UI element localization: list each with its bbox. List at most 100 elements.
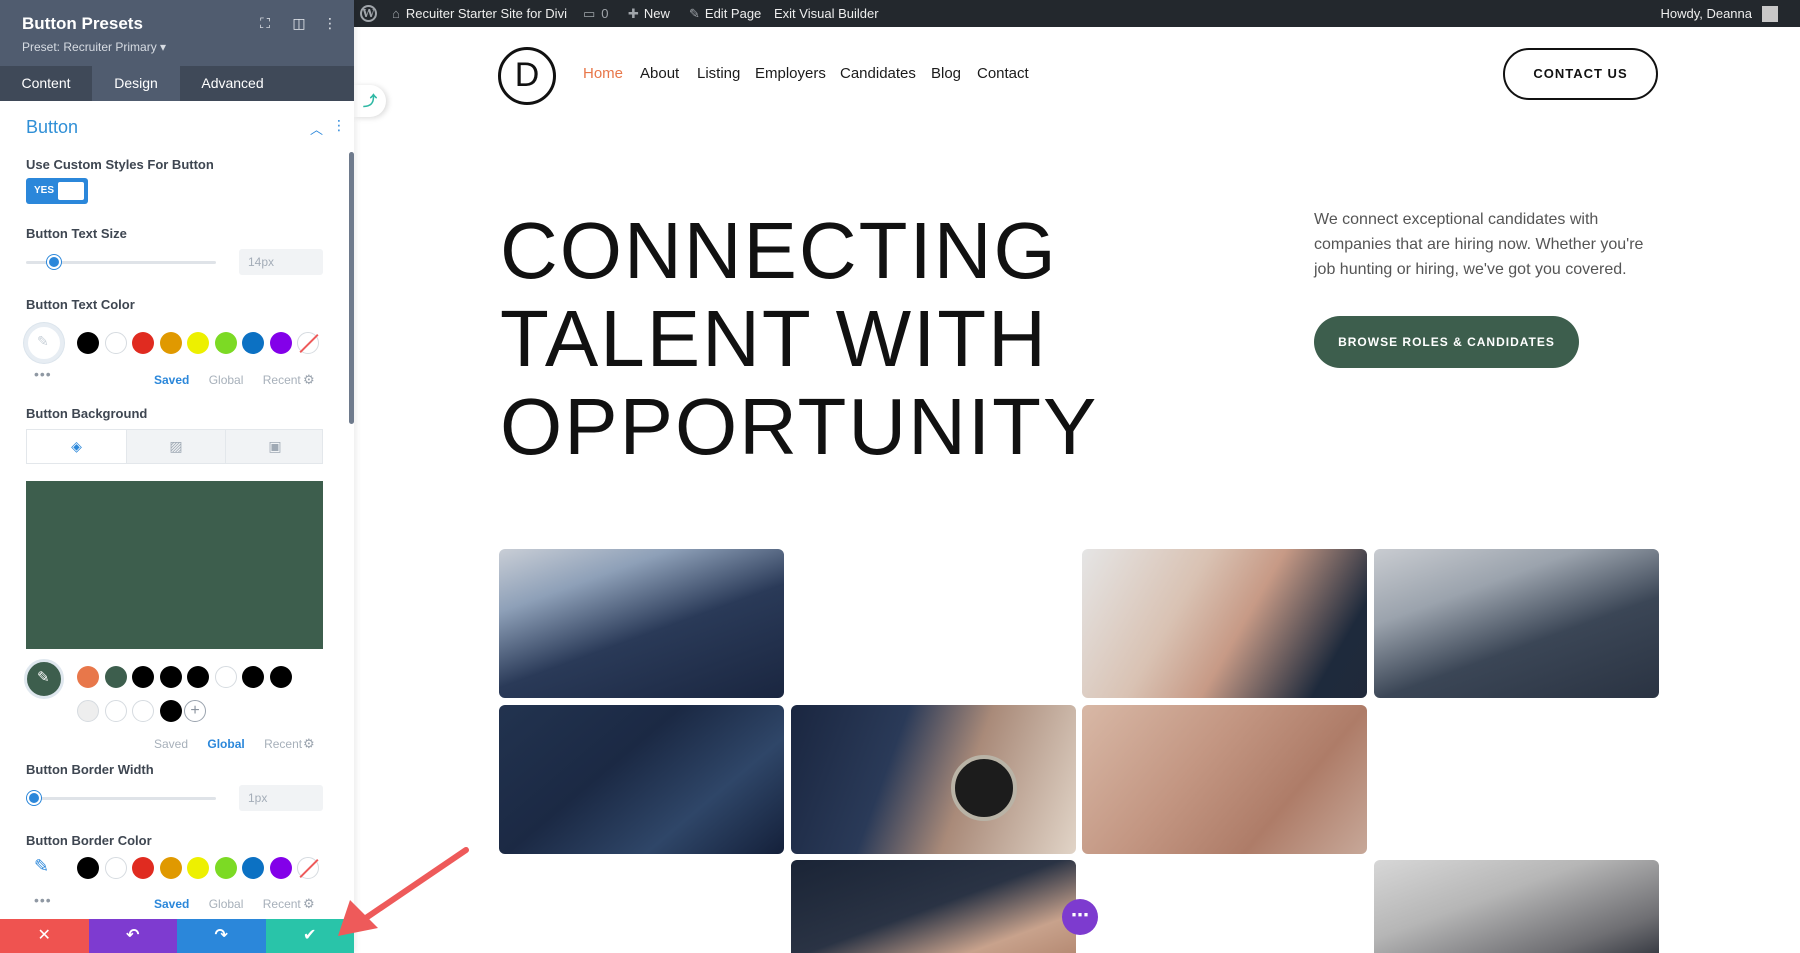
color-swatch[interactable]	[159, 332, 182, 354]
background-color-picker[interactable]: ✎	[24, 659, 64, 699]
no-color-swatch[interactable]	[297, 857, 319, 879]
gradient-icon[interactable]: ▨	[126, 430, 225, 463]
split-view-icon[interactable]: ◫	[290, 14, 308, 32]
avatar[interactable]	[1762, 6, 1778, 22]
more-colors-icon[interactable]: •••	[34, 366, 52, 382]
color-swatch[interactable]	[159, 857, 182, 879]
library-tab-recent[interactable]: Recent	[264, 737, 302, 751]
color-swatch[interactable]	[214, 666, 238, 689]
custom-styles-toggle[interactable]: YES	[26, 178, 88, 204]
exit-builder-link[interactable]: Exit Visual Builder	[774, 0, 879, 27]
nav-blog[interactable]: Blog	[931, 65, 961, 82]
image-icon[interactable]: ▣	[225, 430, 324, 463]
browse-roles-button[interactable]: BROWSE ROLES & CANDIDATES	[1314, 316, 1579, 368]
tab-content[interactable]: Content	[0, 66, 92, 101]
library-tab-saved[interactable]: Saved	[154, 373, 189, 387]
gear-icon[interactable]: ⚙	[303, 736, 315, 752]
color-swatch[interactable]	[77, 666, 101, 690]
eyedropper-icon[interactable]: ✎	[34, 856, 49, 877]
gear-icon[interactable]: ⚙	[303, 372, 315, 388]
color-swatch[interactable]	[214, 332, 237, 354]
color-swatch[interactable]	[77, 700, 99, 722]
panel-header: Button Presets Preset: Recruiter Primary…	[0, 0, 354, 66]
comments-link[interactable]: ▭ 0	[583, 0, 609, 27]
preset-selector[interactable]: Preset: Recruiter Primary ▾	[22, 40, 166, 54]
no-color-swatch[interactable]	[297, 332, 319, 354]
nav-home[interactable]: Home	[583, 65, 623, 82]
background-color-preview[interactable]	[26, 481, 323, 649]
collapse-chevron-icon[interactable]: ︿	[310, 119, 323, 138]
dashboard-icon: ⌂	[392, 6, 400, 21]
tab-design[interactable]: Design	[92, 66, 180, 101]
panel-toggle-icon[interactable]: ⤴	[354, 85, 386, 117]
library-tab-recent[interactable]: Recent	[263, 373, 301, 387]
text-size-slider-handle[interactable]	[47, 255, 61, 269]
library-tab-global[interactable]: Global	[207, 737, 244, 751]
hero-title-line: OPPORTUNITY	[500, 382, 1099, 471]
color-swatch[interactable]	[104, 332, 127, 354]
border-width-field[interactable]: 1px	[239, 785, 323, 811]
close-icon: ✕	[37, 927, 51, 944]
nav-candidates[interactable]: Candidates	[840, 65, 916, 82]
color-swatch[interactable]	[77, 857, 99, 879]
edit-page-link[interactable]: ✎ Edit Page	[689, 0, 761, 27]
library-tab-saved[interactable]: Saved	[154, 737, 188, 751]
color-swatch[interactable]	[187, 666, 211, 690]
color-swatch[interactable]	[132, 700, 154, 722]
more-actions-button[interactable]: ⋯	[1062, 899, 1098, 935]
color-swatch[interactable]	[269, 332, 292, 354]
plus-icon: ✚	[628, 6, 639, 21]
paint-bucket-icon[interactable]: ◈	[27, 430, 126, 463]
new-link[interactable]: ✚ New	[628, 0, 670, 27]
library-tab-global[interactable]: Global	[209, 897, 244, 911]
color-swatch[interactable]	[104, 857, 127, 879]
color-swatch[interactable]	[132, 857, 154, 879]
library-tab-global[interactable]: Global	[209, 373, 244, 387]
redo-icon: ↷	[214, 927, 228, 944]
section-menu-icon[interactable]: ⋮	[332, 117, 346, 134]
library-tab-saved[interactable]: Saved	[154, 897, 189, 911]
nav-listing[interactable]: Listing	[697, 65, 740, 82]
color-swatch[interactable]	[159, 666, 184, 690]
text-color-picker[interactable]: ✎	[24, 323, 64, 363]
greeting-link[interactable]: Howdy, Deanna	[1660, 0, 1752, 27]
wordpress-logo-icon[interactable]: W	[360, 5, 377, 22]
panel-scrollbar[interactable]	[349, 152, 354, 424]
color-swatch[interactable]	[77, 332, 99, 354]
color-swatch[interactable]	[269, 666, 294, 690]
section-title[interactable]: Button	[26, 117, 78, 138]
color-swatch[interactable]	[242, 857, 264, 879]
add-color-icon[interactable]: +	[184, 700, 206, 722]
color-swatch[interactable]	[187, 857, 209, 879]
library-tab-recent[interactable]: Recent	[263, 897, 301, 911]
site-logo[interactable]: D	[498, 47, 556, 105]
color-swatch[interactable]	[159, 700, 182, 722]
gear-icon[interactable]: ⚙	[303, 896, 315, 912]
undo-button[interactable]: ↶	[88, 919, 177, 953]
more-options-icon[interactable]: ⋮	[321, 14, 339, 32]
fullscreen-icon[interactable]: ⛶	[256, 14, 274, 32]
gallery-image	[1082, 705, 1367, 854]
panel-body: Button ︿ ⋮ Use Custom Styles For Button …	[0, 101, 354, 919]
color-swatch[interactable]	[187, 332, 209, 354]
color-swatch[interactable]	[242, 666, 266, 690]
discard-button[interactable]: ✕	[0, 919, 89, 953]
nav-about[interactable]: About	[640, 65, 679, 82]
color-swatch[interactable]	[242, 332, 264, 354]
redo-button[interactable]: ↷	[177, 919, 266, 953]
color-swatch[interactable]	[104, 700, 127, 722]
nav-contact[interactable]: Contact	[977, 65, 1029, 82]
tab-advanced[interactable]: Advanced	[180, 66, 285, 101]
color-swatch[interactable]	[214, 857, 237, 879]
border-width-slider-handle[interactable]	[27, 791, 41, 805]
nav-employers[interactable]: Employers	[755, 65, 826, 82]
border-width-slider[interactable]	[26, 797, 216, 800]
text-size-field[interactable]: 14px	[239, 249, 323, 275]
color-swatch[interactable]	[104, 666, 129, 690]
color-swatch[interactable]	[132, 666, 156, 690]
site-name-link[interactable]: ⌂ Recuiter Starter Site for Divi	[392, 0, 567, 27]
contact-us-button[interactable]: CONTACT US	[1503, 48, 1658, 100]
more-colors-icon[interactable]: •••	[34, 892, 52, 908]
color-swatch[interactable]	[132, 332, 154, 354]
color-swatch[interactable]	[269, 857, 292, 879]
